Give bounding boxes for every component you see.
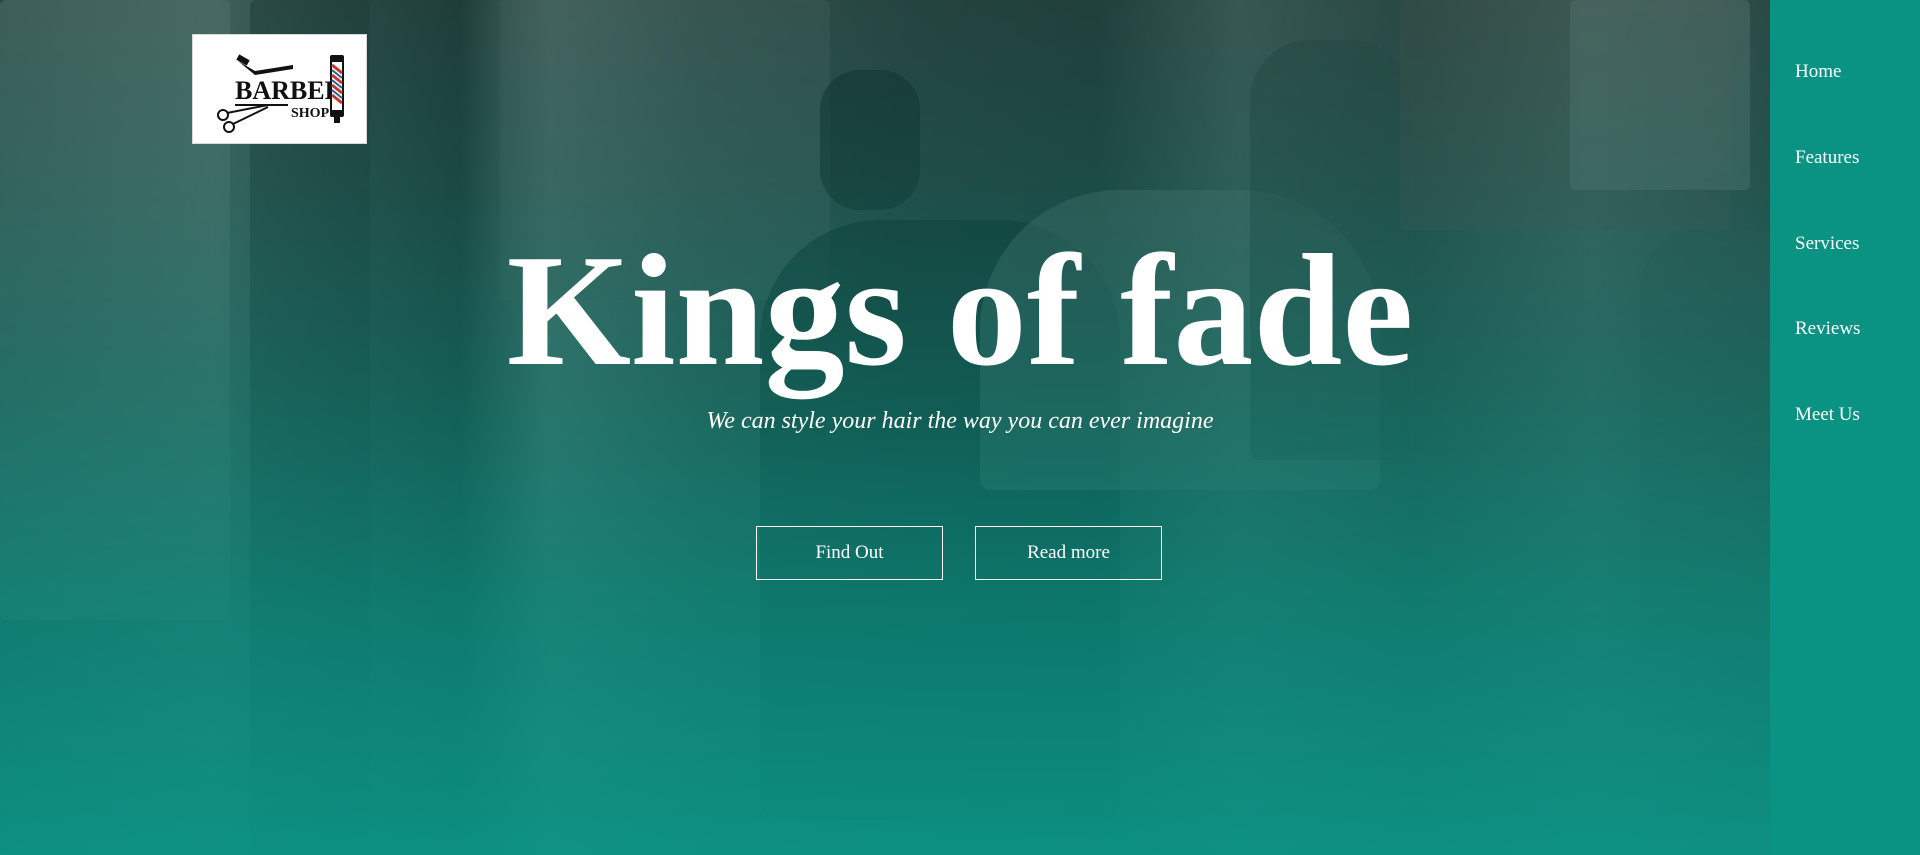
razor-icon (236, 54, 293, 75)
logo-text-barber: BARBER (235, 76, 344, 105)
logo-text-shop: SHOP (291, 106, 330, 121)
barber-pole-icon (330, 55, 344, 123)
side-navigation: Home Features Services Reviews Meet Us (1770, 0, 1920, 855)
find-out-button[interactable]: Find Out (756, 526, 943, 580)
scissors-icon (217, 104, 269, 133)
nav-item-meet-us[interactable]: Meet Us (1795, 404, 1860, 426)
hero-subtitle: We can style your hair the way you can e… (706, 408, 1214, 434)
read-more-button[interactable]: Read more (975, 526, 1162, 580)
nav-item-services[interactable]: Services (1795, 233, 1859, 255)
hero-title: Kings of fade (506, 221, 1414, 399)
nav-item-features[interactable]: Features (1795, 147, 1859, 169)
barber-shop-logo[interactable]: BARBER SHOP (192, 34, 367, 144)
barber-shop-logo-graphic: BARBER SHOP (217, 54, 344, 133)
nav-item-home[interactable]: Home (1795, 61, 1841, 83)
nav-item-reviews[interactable]: Reviews (1795, 318, 1860, 340)
landing-page: BARBER SHOP Kings of fade We can style y… (0, 0, 1920, 855)
